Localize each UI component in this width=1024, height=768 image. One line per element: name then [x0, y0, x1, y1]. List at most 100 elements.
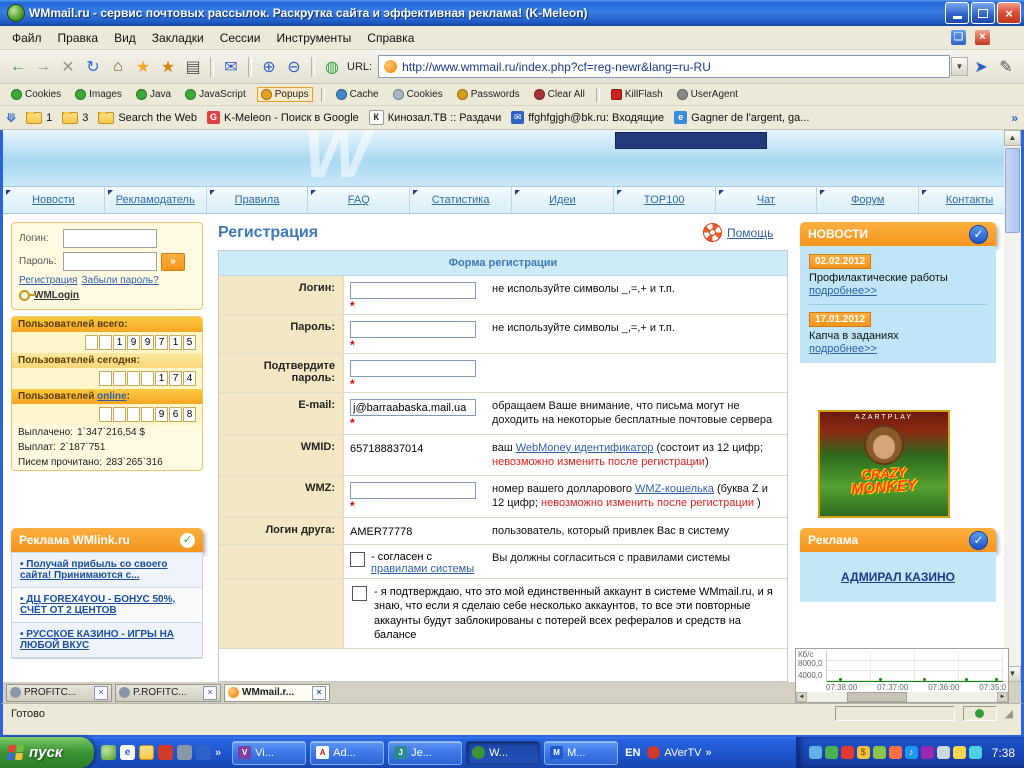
toggle-cookies[interactable]: Cookies [8, 88, 64, 101]
url-input[interactable] [400, 58, 947, 75]
menu-help[interactable]: Справка [359, 28, 422, 48]
tray-dollar-icon[interactable]: $ [856, 746, 870, 759]
taskbar-button-wmmail[interactable]: W... [466, 740, 541, 765]
close-button[interactable]: × [997, 2, 1021, 24]
add-bookmark-icon[interactable]: ★ [156, 55, 180, 79]
news-more-link[interactable]: подробнее>> [809, 285, 877, 297]
bookmark-star-icon[interactable]: ★ [131, 55, 155, 79]
wmlink-ad-1[interactable]: • Получай прибыль со своего сайта! Прини… [12, 553, 202, 588]
tab-profitc-1[interactable]: PROFITC... × [6, 683, 112, 702]
bookmark-google[interactable]: G K-Meleon - Поиск в Google [207, 111, 359, 124]
menu-tools[interactable]: Инструменты [268, 28, 359, 48]
scrollbar-thumb[interactable] [1005, 148, 1020, 233]
login-input[interactable] [350, 282, 476, 299]
tray-icon[interactable] [952, 746, 966, 759]
menu-sessions[interactable]: Сессии [212, 28, 269, 48]
wmz-input[interactable] [350, 482, 476, 500]
tray-icon[interactable] [888, 746, 902, 759]
clear-passwords[interactable]: Passwords [454, 88, 523, 101]
quicklaunch-folder-icon[interactable] [139, 745, 154, 760]
go-icon[interactable]: ➤ [969, 55, 993, 79]
tab-close-icon[interactable]: × [312, 685, 326, 700]
quicklaunch-kmeleon-icon[interactable] [101, 745, 116, 760]
language-indicator[interactable]: EN [625, 747, 640, 759]
forward-icon[interactable]: → [31, 55, 55, 79]
nav-chat[interactable]: Чат [716, 187, 818, 213]
help-link[interactable]: Помощь [727, 226, 773, 240]
confirm-password-input[interactable] [350, 360, 476, 377]
bookmark-folder-search[interactable]: Search the Web [98, 111, 197, 124]
clear-cache[interactable]: Cache [333, 88, 382, 101]
toggle-useragent[interactable]: UserAgent [674, 88, 741, 101]
tray-icon[interactable] [968, 746, 982, 759]
tray-icon[interactable] [920, 746, 934, 759]
tray-volume-icon[interactable]: ♪ [904, 746, 918, 759]
tray-icon[interactable] [808, 746, 822, 759]
casino-banner-ad[interactable]: AZARTPLAY CRAZY MONKEY [818, 410, 950, 518]
quicklaunch-media-icon[interactable] [158, 745, 173, 760]
wmlogin-link[interactable]: WMLogin [34, 290, 79, 301]
taskbar-button-vi[interactable]: V Vi... [232, 740, 307, 765]
tab-close-icon[interactable]: × [975, 30, 990, 45]
reload-icon[interactable]: ↻ [81, 55, 105, 79]
graph-scrollbar[interactable]: ◄ ► [796, 692, 1008, 702]
online-link[interactable]: online [97, 391, 126, 402]
sidebar-password-input[interactable] [63, 252, 157, 271]
tab-profitc-2[interactable]: P.ROFITC... × [115, 683, 221, 702]
taskbar-overflow-icon[interactable]: » [706, 747, 712, 759]
quicklaunch-browser-icon[interactable]: e [120, 745, 135, 760]
clear-cookies[interactable]: Cookies [390, 88, 446, 101]
tray-icon[interactable] [840, 746, 854, 759]
edit-icon[interactable]: ✎ [994, 55, 1018, 79]
toggle-images[interactable]: Images [72, 88, 125, 101]
taskbar-button-m[interactable]: M M... [544, 740, 619, 765]
tab-restore-icon[interactable]: ❑ [951, 30, 966, 45]
wmlink-ad-2[interactable]: • ДЦ FOREX4YOU - БОНУС 50%, СЧЁТ ОТ 2 ЦЕ… [12, 588, 202, 623]
news-more-link[interactable]: подробнее>> [809, 343, 877, 355]
scroll-up-icon[interactable]: ▲ [1004, 130, 1021, 146]
nav-rules[interactable]: Правила [207, 187, 309, 213]
bookmark-kinozal[interactable]: К Кинозал.ТВ :: Раздачи [368, 110, 501, 125]
toggle-javascript[interactable]: JavaScript [182, 88, 249, 101]
nav-news[interactable]: Новости [3, 187, 105, 213]
nav-faq[interactable]: FAQ [308, 187, 411, 213]
mail-icon[interactable]: ✉ [219, 55, 243, 79]
avertv-button[interactable]: AVerTV » [647, 746, 712, 759]
forgot-password-link[interactable]: Забыли пароль? [81, 275, 158, 286]
bookmark-folder-1[interactable]: 1 [26, 111, 52, 124]
taskbar-button-ad[interactable]: A Ad... [310, 740, 385, 765]
login-submit-button[interactable]: » [161, 252, 185, 271]
toggle-killflash[interactable]: KillFlash [608, 88, 666, 101]
sidebar-login-input[interactable] [63, 229, 157, 248]
stop-icon[interactable]: ✕ [56, 55, 80, 79]
nav-advertiser[interactable]: Рекламодатель [105, 187, 207, 213]
url-dropdown-icon[interactable]: ▼ [951, 57, 968, 76]
zoom-out-icon[interactable]: ⊖ [282, 55, 306, 79]
tray-icon[interactable] [824, 746, 838, 759]
bookmark-folder-3[interactable]: 3 [62, 111, 88, 124]
home-icon[interactable]: ⌂ [106, 55, 130, 79]
nav-ideas[interactable]: Идеи [512, 187, 614, 213]
tab-wmmail[interactable]: WMmail.r... × [224, 683, 330, 702]
clear-all[interactable]: Clear All [531, 88, 588, 101]
toggle-popups[interactable]: Popups [256, 87, 313, 102]
translate-globe-icon[interactable]: ◍ [320, 55, 344, 79]
tab-close-icon[interactable]: × [203, 685, 217, 700]
nav-statistics[interactable]: Статистика [410, 187, 512, 213]
print-icon[interactable]: ▤ [181, 55, 205, 79]
quicklaunch-overflow-icon[interactable]: » [215, 747, 221, 759]
taskbar-button-je[interactable]: J Je... [388, 740, 463, 765]
admiral-casino-link[interactable]: АДМИРАЛ КАЗИНО [841, 570, 955, 584]
zoom-in-icon[interactable]: ⊕ [257, 55, 281, 79]
password-input[interactable] [350, 321, 476, 338]
minimize-button[interactable] [945, 2, 969, 24]
graph-scroll-right-icon[interactable]: ► [997, 692, 1008, 702]
restore-button[interactable] [971, 2, 995, 24]
quicklaunch-app-icon[interactable] [196, 745, 211, 760]
graph-scroll-left-icon[interactable]: ◄ [796, 692, 807, 702]
nav-top100[interactable]: TOP100 [614, 187, 716, 213]
bookmarks-chevron-icon[interactable]: ⟱ [6, 111, 16, 125]
toggle-java[interactable]: Java [133, 88, 174, 101]
email-input[interactable] [350, 399, 476, 416]
bookmarks-overflow-icon[interactable]: » [1011, 111, 1018, 125]
